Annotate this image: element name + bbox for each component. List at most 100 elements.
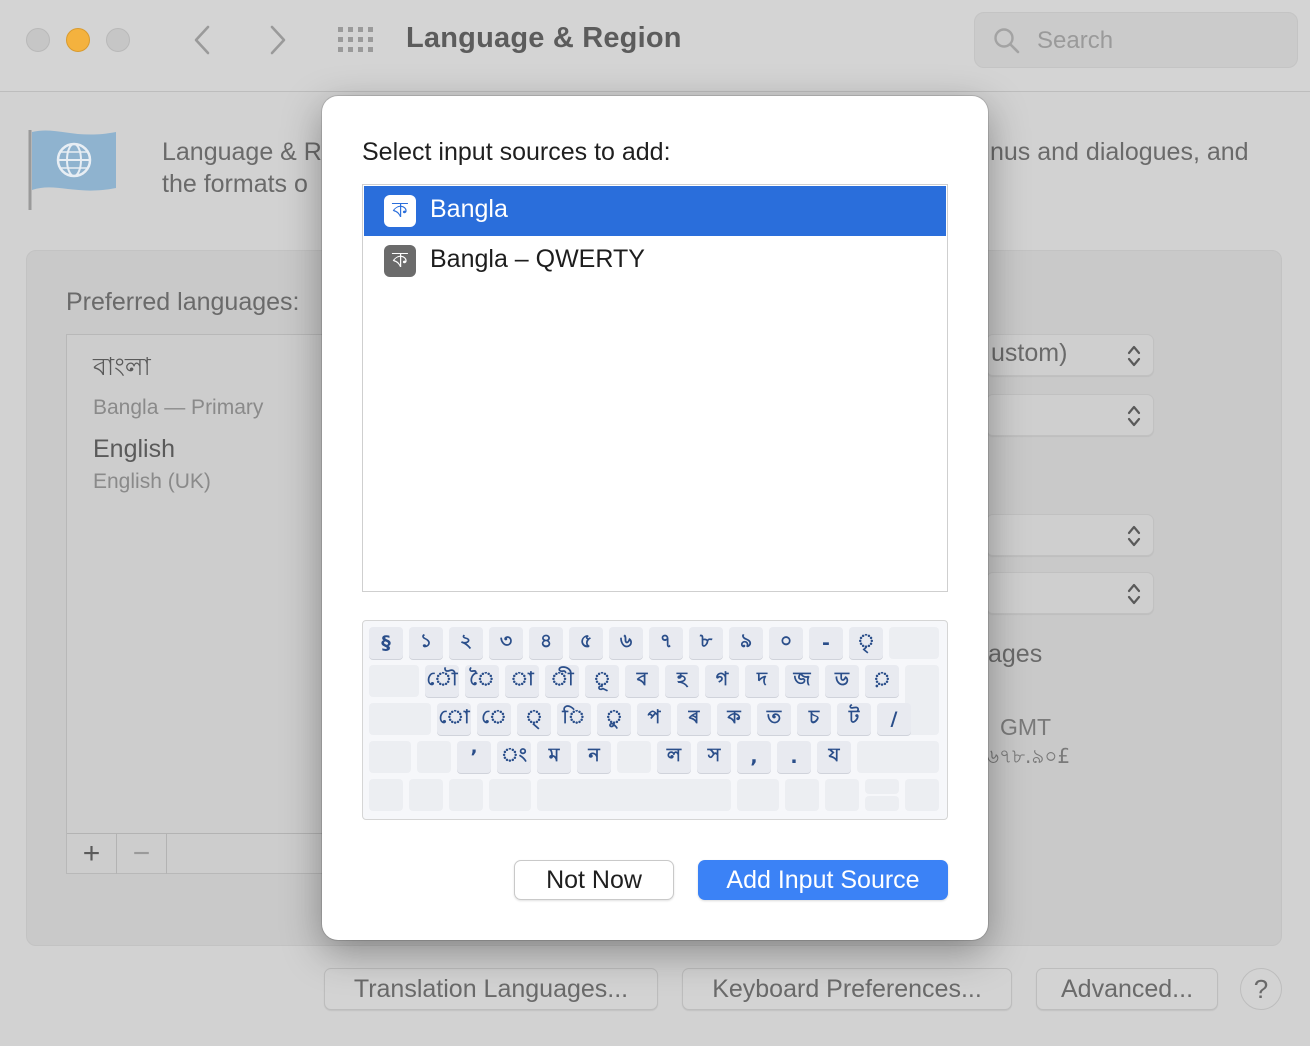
forward-button[interactable] <box>258 20 298 60</box>
key: হ <box>665 665 699 697</box>
key: ৫ <box>569 627 603 659</box>
key-shift-left <box>369 741 411 773</box>
key: ৃ <box>849 627 883 659</box>
pane-description-right: nus and dialogues, and <box>990 138 1249 166</box>
key: ২ <box>449 627 483 659</box>
key: ় <box>865 665 899 697</box>
key: ০ <box>769 627 803 659</box>
key-arrow-down <box>865 796 899 811</box>
key: ৰ <box>677 703 711 735</box>
key: দ <box>745 665 779 697</box>
languages-text-fragment: ages <box>988 640 1043 668</box>
key: ো <box>437 703 471 735</box>
search-placeholder: Search <box>1037 27 1114 54</box>
key: ত <box>757 703 791 735</box>
key: স <box>697 741 731 773</box>
key: ন <box>577 741 611 773</box>
search-icon <box>994 28 1020 54</box>
description-line-2: the formats o <box>162 170 308 198</box>
input-source-label: Bangla <box>430 195 508 223</box>
region-popup[interactable]: ustom) <box>986 334 1154 376</box>
key-command-right <box>737 779 779 811</box>
zoom-window-button[interactable] <box>106 28 130 52</box>
key: ট <box>837 703 871 735</box>
minimize-window-button[interactable] <box>66 28 90 52</box>
bangla-keyboard-icon: ক <box>384 245 416 277</box>
stepper-chevrons-icon <box>1127 345 1141 367</box>
key: ৈ <box>465 665 499 697</box>
key: ৮ <box>689 627 723 659</box>
stepper-chevrons-icon <box>1127 405 1141 427</box>
key: ব <box>625 665 659 697</box>
key-blank <box>617 741 651 773</box>
first-day-popup[interactable] <box>986 394 1154 436</box>
key: ৌ <box>425 665 459 697</box>
key-control <box>409 779 443 811</box>
currency-sample-text: ৬৭৮.৯০£ <box>986 744 1071 768</box>
add-language-button[interactable]: + <box>67 834 117 874</box>
key: / <box>877 703 911 735</box>
add-input-source-button[interactable]: Add Input Source <box>698 860 948 900</box>
language-region-flag-icon <box>28 130 116 210</box>
language-subtitle: Bangla — Primary <box>93 396 264 419</box>
window-title: Language & Region <box>406 22 682 54</box>
key-option-right <box>785 779 819 811</box>
key-delete <box>889 627 939 659</box>
temperature-popup[interactable] <box>986 572 1154 614</box>
language-item-english[interactable]: English English (UK) <box>93 435 211 494</box>
language-subtitle: English (UK) <box>93 470 211 493</box>
key-arrow-right <box>905 779 939 811</box>
advanced-button[interactable]: Advanced... <box>1036 968 1218 1010</box>
key: া <box>505 665 539 697</box>
remove-language-button[interactable]: − <box>117 834 167 874</box>
input-source-row-bangla[interactable]: ক Bangla <box>364 186 946 236</box>
key: ১ <box>409 627 443 659</box>
bangla-keyboard-icon: ক <box>384 195 416 227</box>
time-sample-text: GMT <box>1000 714 1052 740</box>
key: গ <box>705 665 739 697</box>
keyboard-layout-preview: § ১ ২ ৩ ৪ ৫ ৬ ৭ ৮ ৯ ০ - ৃ ৌ ৈ া ী ূ ব হ … <box>362 620 948 820</box>
key: . <box>777 741 811 773</box>
key: ম <box>537 741 571 773</box>
key: , <box>737 741 771 773</box>
language-item-bangla[interactable]: বাংলা Bangla — Primary <box>93 347 263 420</box>
help-button[interactable]: ? <box>1240 968 1282 1010</box>
search-field[interactable]: Search <box>974 12 1298 68</box>
input-source-row-bangla-qwerty[interactable]: ক Bangla – QWERTY <box>364 236 946 286</box>
add-input-source-sheet: Select input sources to add: ক Bangla ক … <box>322 96 988 940</box>
key: ৭ <box>649 627 683 659</box>
description-line-1: Language & R <box>162 138 322 166</box>
key-space <box>537 779 731 811</box>
preferred-languages-list[interactable]: বাংলা Bangla — Primary English English (… <box>66 334 336 874</box>
key-caps-lock <box>369 703 431 735</box>
key-fn <box>369 779 403 811</box>
language-name: English <box>93 435 175 463</box>
back-button[interactable] <box>182 20 222 60</box>
input-source-label: Bangla – QWERTY <box>430 245 645 273</box>
key: - <box>809 627 843 659</box>
input-source-list[interactable]: ক Bangla ক Bangla – QWERTY <box>362 184 948 592</box>
key-blank <box>417 741 451 773</box>
key: ৬ <box>609 627 643 659</box>
key: জ <box>785 665 819 697</box>
key-option <box>449 779 483 811</box>
key: ি <box>557 703 591 735</box>
show-all-grid-icon[interactable] <box>336 24 378 56</box>
key: ং <box>497 741 531 773</box>
close-window-button[interactable] <box>26 28 50 52</box>
key-arrow-up <box>865 779 899 794</box>
keyboard-preferences-button[interactable]: Keyboard Preferences... <box>682 968 1012 1010</box>
key: ৯ <box>729 627 763 659</box>
not-now-button[interactable]: Not Now <box>514 860 674 900</box>
key: ূ <box>585 665 619 697</box>
key: চ <box>797 703 831 735</box>
chevron-left-icon <box>194 25 210 55</box>
calendar-popup[interactable] <box>986 514 1154 556</box>
key: § <box>369 627 403 659</box>
key-command <box>489 779 531 811</box>
translation-languages-button[interactable]: Translation Languages... <box>324 968 658 1010</box>
key: ড <box>825 665 859 697</box>
stepper-chevrons-icon <box>1127 583 1141 605</box>
key-arrow-left <box>825 779 859 811</box>
pane-description-left: Language & R the formats o <box>162 136 322 200</box>
